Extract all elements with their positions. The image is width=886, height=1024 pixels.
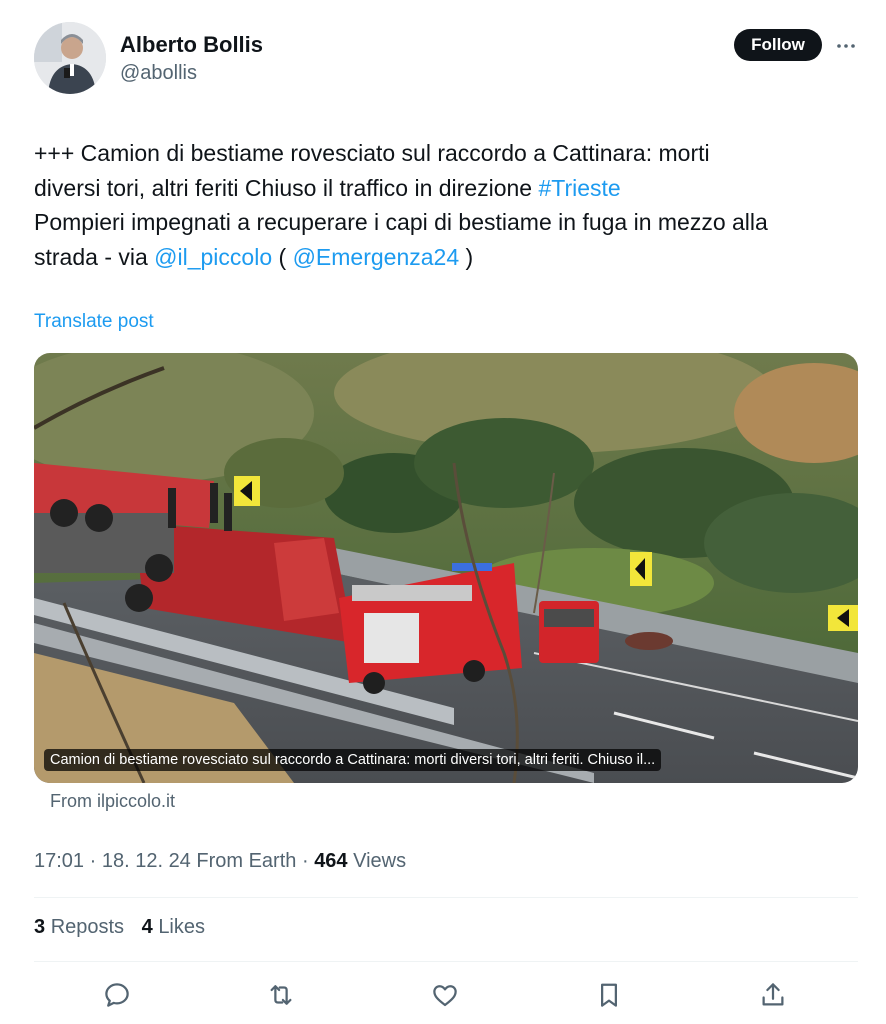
tweet-meta: 17:01 · 18. 12. 24 From Earth · 464 View… bbox=[34, 850, 407, 872]
mention-link-il-piccolo[interactable]: @il_piccolo bbox=[154, 244, 272, 270]
likes-label: Likes bbox=[158, 916, 206, 938]
bookmark-icon[interactable] bbox=[594, 980, 624, 1010]
tweet-line-3: Pompieri impegnati a recuperare i capi d… bbox=[34, 209, 768, 235]
tweet-date[interactable]: 18. 12. 24 bbox=[102, 850, 191, 872]
like-icon[interactable] bbox=[430, 980, 460, 1010]
tweet-stats: 3 Reposts 4 Likes bbox=[34, 916, 217, 939]
author-handle[interactable]: @abollis bbox=[120, 62, 197, 85]
reply-icon[interactable] bbox=[102, 980, 132, 1010]
tweet-time[interactable]: 17:01 bbox=[34, 850, 84, 872]
tweet-line-4: strada - via @il_piccolo ( @Emergenza24 … bbox=[34, 240, 864, 275]
paren-open: ( bbox=[272, 243, 293, 270]
likes-stat[interactable]: 4 Likes bbox=[142, 916, 205, 938]
tweet-line-2: diversi tori, altri feriti Chiuso il tra… bbox=[34, 171, 864, 206]
divider bbox=[34, 897, 858, 898]
mention-link-emergenza24[interactable]: @Emergenza24 bbox=[293, 244, 460, 270]
avatar-image bbox=[34, 22, 106, 94]
repost-icon[interactable] bbox=[266, 980, 296, 1010]
reposts-count: 3 bbox=[34, 916, 46, 938]
tweet-location: From Earth bbox=[196, 850, 297, 872]
hashtag-link[interactable]: #Trieste bbox=[538, 175, 620, 201]
share-icon[interactable] bbox=[758, 980, 788, 1010]
tweet-line-2-text: diversi tori, altri feriti Chiuso il tra… bbox=[34, 174, 539, 201]
avatar[interactable] bbox=[34, 22, 106, 94]
more-horizontal-icon[interactable] bbox=[834, 34, 858, 58]
author-name[interactable]: Alberto Bollis bbox=[120, 32, 263, 58]
news-photo bbox=[34, 353, 858, 783]
media-caption: Camion di bestiame rovesciato sul raccor… bbox=[44, 749, 662, 771]
reposts-label: Reposts bbox=[50, 916, 125, 938]
likes-count: 4 bbox=[141, 916, 153, 938]
media-card[interactable]: Camion di bestiame rovesciato sul raccor… bbox=[34, 353, 858, 783]
translate-post-link[interactable]: Translate post bbox=[34, 311, 154, 333]
tweet-text: +++ Camion di bestiame rovesciato sul ra… bbox=[34, 136, 864, 274]
follow-button[interactable]: Follow bbox=[734, 29, 822, 61]
views-count: 464 bbox=[314, 850, 348, 872]
paren-close: ) bbox=[459, 243, 474, 270]
views-label: Views bbox=[353, 850, 407, 872]
source-link[interactable]: From ilpiccolo.it bbox=[50, 791, 175, 812]
reposts-stat[interactable]: 3 Reposts bbox=[34, 916, 124, 938]
divider bbox=[34, 961, 858, 962]
tweet-line-4-text: strada - via bbox=[34, 243, 155, 270]
tweet-line-1: +++ Camion di bestiame rovesciato sul ra… bbox=[34, 140, 710, 166]
